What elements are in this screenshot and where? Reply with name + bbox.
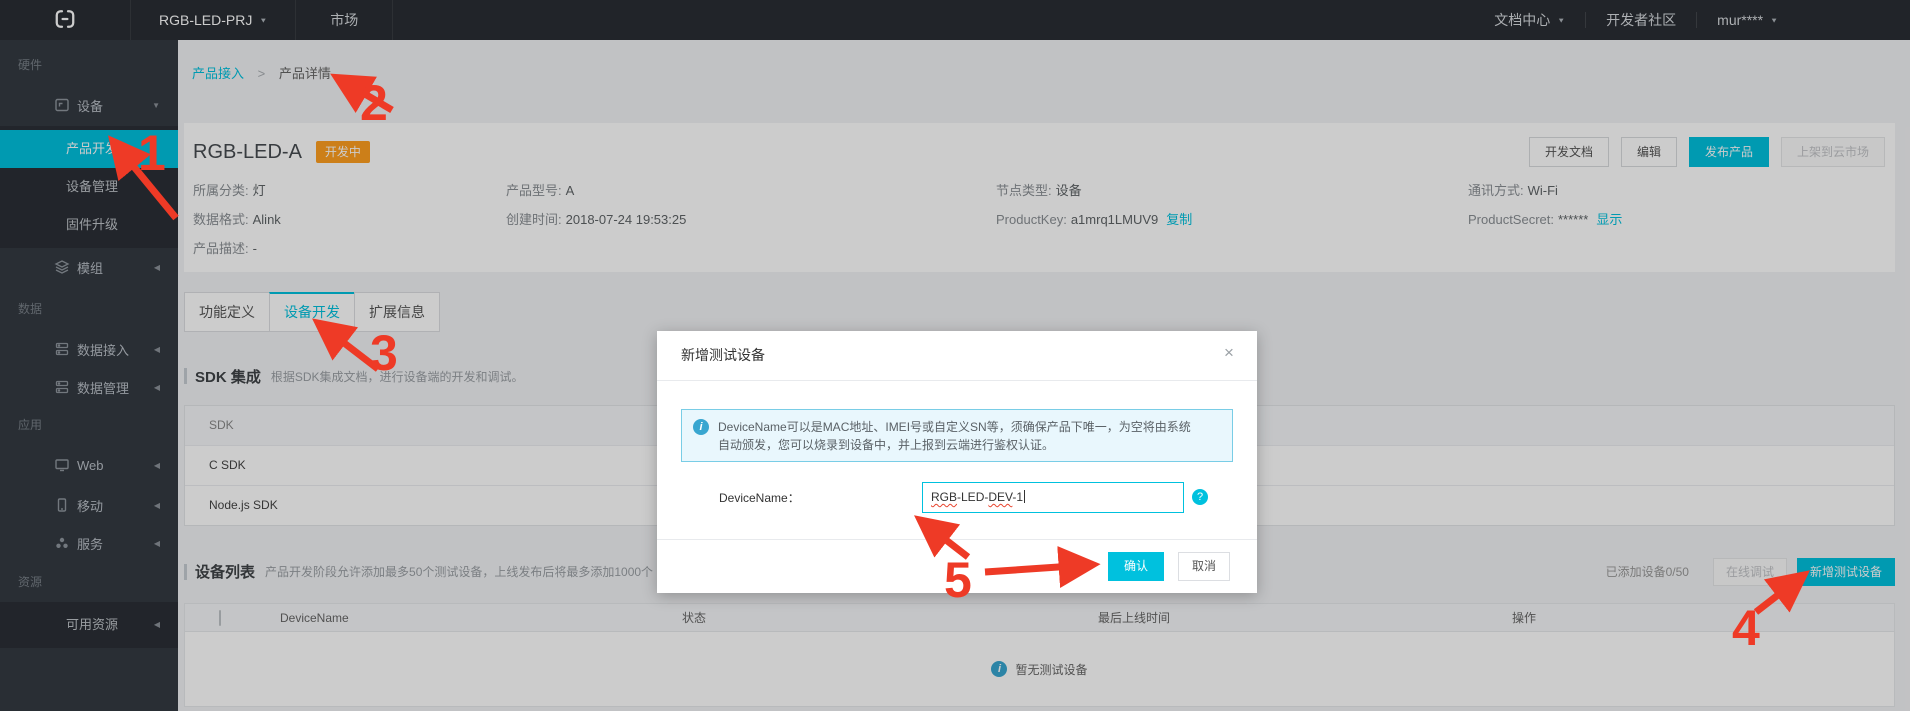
iot-console-page: RGB-LED-PRJ ▼ 市场 文档中心 ▼ 开发者社区 mur**** ▼ …	[0, 0, 1910, 711]
info-line-2: 自动颁发，您可以烧录到设备中，并上报到云端进行鉴权认证。	[718, 436, 1222, 454]
info-line-1: DeviceName可以是MAC地址、IMEI号或自定义SN等，须确保产品下唯一…	[718, 418, 1222, 436]
modal-title: 新增测试设备	[657, 331, 1257, 381]
confirm-button[interactable]: 确认	[1108, 552, 1164, 581]
cancel-button[interactable]: 取消	[1178, 552, 1230, 581]
devicename-info-box: i DeviceName可以是MAC地址、IMEI号或自定义SN等，须确保产品下…	[681, 409, 1233, 462]
info-icon: i	[693, 419, 709, 435]
devicename-label: DeviceName：	[719, 489, 800, 506]
add-test-device-modal: 新增测试设备 × i DeviceName可以是MAC地址、IMEI号或自定义S…	[657, 331, 1257, 593]
modal-footer: 确认 取消	[657, 539, 1257, 593]
help-icon[interactable]: ?	[1192, 489, 1208, 505]
text-cursor	[1024, 490, 1025, 503]
devicename-input[interactable]: RGB-LED-DEV-1	[922, 482, 1184, 513]
close-icon[interactable]: ×	[1219, 343, 1239, 363]
